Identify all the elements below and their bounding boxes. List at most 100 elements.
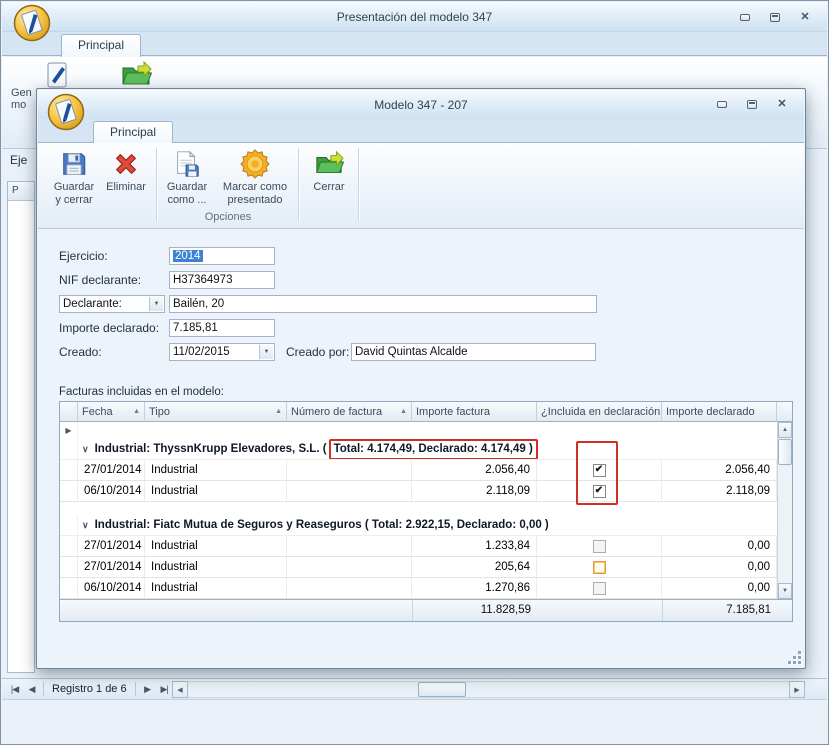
invoice-row[interactable]: 27/01/2014 Industrial 205,64 0,00 <box>60 557 777 578</box>
save-icon <box>59 149 89 179</box>
header-label: Tipo <box>149 406 170 418</box>
background-window-buttons: ✕ <box>736 10 814 25</box>
nif-field[interactable]: H37364973 <box>169 271 275 289</box>
maximize-button[interactable] <box>766 10 784 25</box>
cerrar-button[interactable]: Cerrar <box>306 149 352 194</box>
ejercicio-field[interactable]: 2014 <box>169 247 275 265</box>
tab-principal-modal[interactable]: Principal <box>93 121 173 144</box>
header-label: ¿Incluida en declaración? <box>541 406 662 418</box>
invoice-row[interactable]: 06/10/2014 Industrial 2.118,09 ✔ 2.118,0… <box>60 481 777 502</box>
scrollbar-track[interactable] <box>188 681 789 698</box>
cell-fecha: 06/10/2014 <box>78 481 145 501</box>
close-folder-icon <box>314 149 344 179</box>
minimize-button[interactable] <box>736 10 754 25</box>
declarante-field[interactable]: Bailén, 20 <box>169 295 597 313</box>
chevron-down-icon[interactable]: ▼ <box>259 345 273 359</box>
background-form-label-partial: Eje <box>10 153 27 167</box>
focused-row-strip: ▶ <box>60 422 777 439</box>
minimize-icon <box>717 101 727 108</box>
save-as-icon <box>172 149 202 179</box>
cell-numero <box>287 481 412 501</box>
nav-prev-button[interactable]: ◀ <box>23 681 40 697</box>
close-button[interactable]: ✕ <box>796 10 814 25</box>
focused-row-indicator-icon: ▶ <box>65 426 71 435</box>
grid-header-row: Fecha ▲ Tipo ▲ Número de factura ▲ Impor… <box>60 402 792 422</box>
button-label-line: como ... <box>162 194 212 207</box>
scroll-down-button[interactable]: ▼ <box>778 583 792 599</box>
guardar-como-button[interactable]: Guardar como ... <box>162 149 212 207</box>
horizontal-scrollbar[interactable]: ◀ ▶ <box>172 681 805 698</box>
header-importe-factura[interactable]: Importe factura <box>412 402 537 422</box>
ribbon-separator <box>358 148 359 222</box>
collapse-group-icon[interactable]: ∨ <box>82 520 89 531</box>
scrollbar-thumb[interactable] <box>418 682 466 697</box>
cell-importe-factura: 2.118,09 <box>412 481 537 501</box>
creado-date-field[interactable]: 11/02/2015 ▼ <box>169 343 275 361</box>
header-label: Fecha <box>82 406 113 418</box>
cell-importe-factura: 205,64 <box>412 557 537 577</box>
cell-importe-declarado: 0,00 <box>662 557 777 577</box>
creado-date-value: 11/02/2015 <box>173 346 230 358</box>
group-row-fiatc[interactable]: ∨ Industrial: Fiatc Mutua de Seguros y R… <box>60 515 777 536</box>
background-grid-header[interactable]: P <box>8 182 34 201</box>
collapse-group-icon[interactable]: ∨ <box>82 444 89 455</box>
scroll-up-button[interactable]: ▲ <box>778 422 792 438</box>
declarante-combo[interactable]: Declarante: ▼ <box>59 295 165 313</box>
background-titlebar[interactable]: Presentación del modelo 347 <box>2 2 827 32</box>
cell-fecha: 27/01/2014 <box>78 557 145 577</box>
badge-seal-icon <box>240 149 270 179</box>
scroll-right-button[interactable]: ▶ <box>789 681 805 698</box>
marcar-como-presentado-button[interactable]: Marcar como presentado <box>216 149 294 207</box>
cell-importe-factura: 1.233,84 <box>412 536 537 556</box>
resize-grip[interactable] <box>787 650 801 664</box>
header-importe-declarado[interactable]: Importe declarado <box>662 402 777 422</box>
sort-asc-icon: ▲ <box>400 408 407 415</box>
incluida-checkbox[interactable]: ✔ <box>593 464 606 477</box>
minimize-icon <box>740 14 750 21</box>
header-label: Importe factura <box>416 406 490 418</box>
header-fecha[interactable]: Fecha ▲ <box>78 402 145 422</box>
chevron-down-icon[interactable]: ▼ <box>149 297 163 311</box>
app-icon[interactable] <box>47 93 85 131</box>
importe-declarado-field[interactable]: 7.185,81 <box>169 319 275 337</box>
delete-icon <box>111 149 141 179</box>
nav-last-button[interactable]: ▶| <box>156 681 173 697</box>
invoice-row[interactable]: 27/01/2014 Industrial 2.056,40 ✔ 2.056,4… <box>60 460 777 481</box>
nav-next-button[interactable]: ▶ <box>139 681 156 697</box>
close-button[interactable]: ✕ <box>773 97 791 112</box>
tab-principal-background[interactable]: Principal <box>61 34 141 57</box>
close-icon: ✕ <box>800 12 809 23</box>
incluida-checkbox-focused[interactable] <box>593 561 606 574</box>
incluida-checkbox[interactable] <box>593 582 606 595</box>
minimize-button[interactable] <box>713 97 731 112</box>
app-icon[interactable] <box>13 4 51 42</box>
scroll-left-button[interactable]: ◀ <box>172 681 188 698</box>
grid-vertical-scrollbar[interactable]: ▲ ▼ <box>777 422 792 599</box>
scrollbar-thumb[interactable] <box>778 439 792 465</box>
guardar-y-cerrar-button[interactable]: Guardar y cerrar <box>50 149 98 207</box>
header-incluida[interactable]: ¿Incluida en declaración? <box>537 402 662 422</box>
background-tabstrip: Principal <box>2 32 827 56</box>
creado-label: Creado: <box>59 345 102 359</box>
ejercicio-label: Ejercicio: <box>59 249 108 263</box>
creado-por-field[interactable]: David Quintas Alcalde <box>351 343 596 361</box>
eliminar-button[interactable]: Eliminar <box>102 149 150 194</box>
incluida-checkbox[interactable]: ✔ <box>593 485 606 498</box>
invoice-row[interactable]: 27/01/2014 Industrial 1.233,84 0,00 <box>60 536 777 557</box>
group-row-thyssnkrupp[interactable]: ∨ Industrial: ThyssnKrupp Elevadores, S.… <box>60 439 777 460</box>
modal-titlebar[interactable]: Modelo 347 - 207 <box>38 90 804 120</box>
modal-ribbon: Guardar y cerrar Eliminar <box>38 143 804 229</box>
nav-separator <box>135 682 136 696</box>
modal-window: Modelo 347 - 207 ✕ Principal <box>36 88 806 669</box>
header-label: Importe declarado <box>666 406 755 418</box>
cell-importe-declarado: 2.056,40 <box>662 460 777 480</box>
header-tipo[interactable]: Tipo ▲ <box>145 402 287 422</box>
invoice-row[interactable]: 06/10/2014 Industrial 1.270,86 0,00 <box>60 578 777 599</box>
group-spacer <box>60 502 777 515</box>
header-numero-factura[interactable]: Número de factura ▲ <box>287 402 412 422</box>
creado-por-label: Creado por: <box>286 345 349 359</box>
nav-first-button[interactable]: |◀ <box>6 681 23 697</box>
grid-summary-row: 11.828,59 7.185,81 <box>60 599 792 621</box>
maximize-button[interactable] <box>743 97 761 112</box>
incluida-checkbox[interactable] <box>593 540 606 553</box>
